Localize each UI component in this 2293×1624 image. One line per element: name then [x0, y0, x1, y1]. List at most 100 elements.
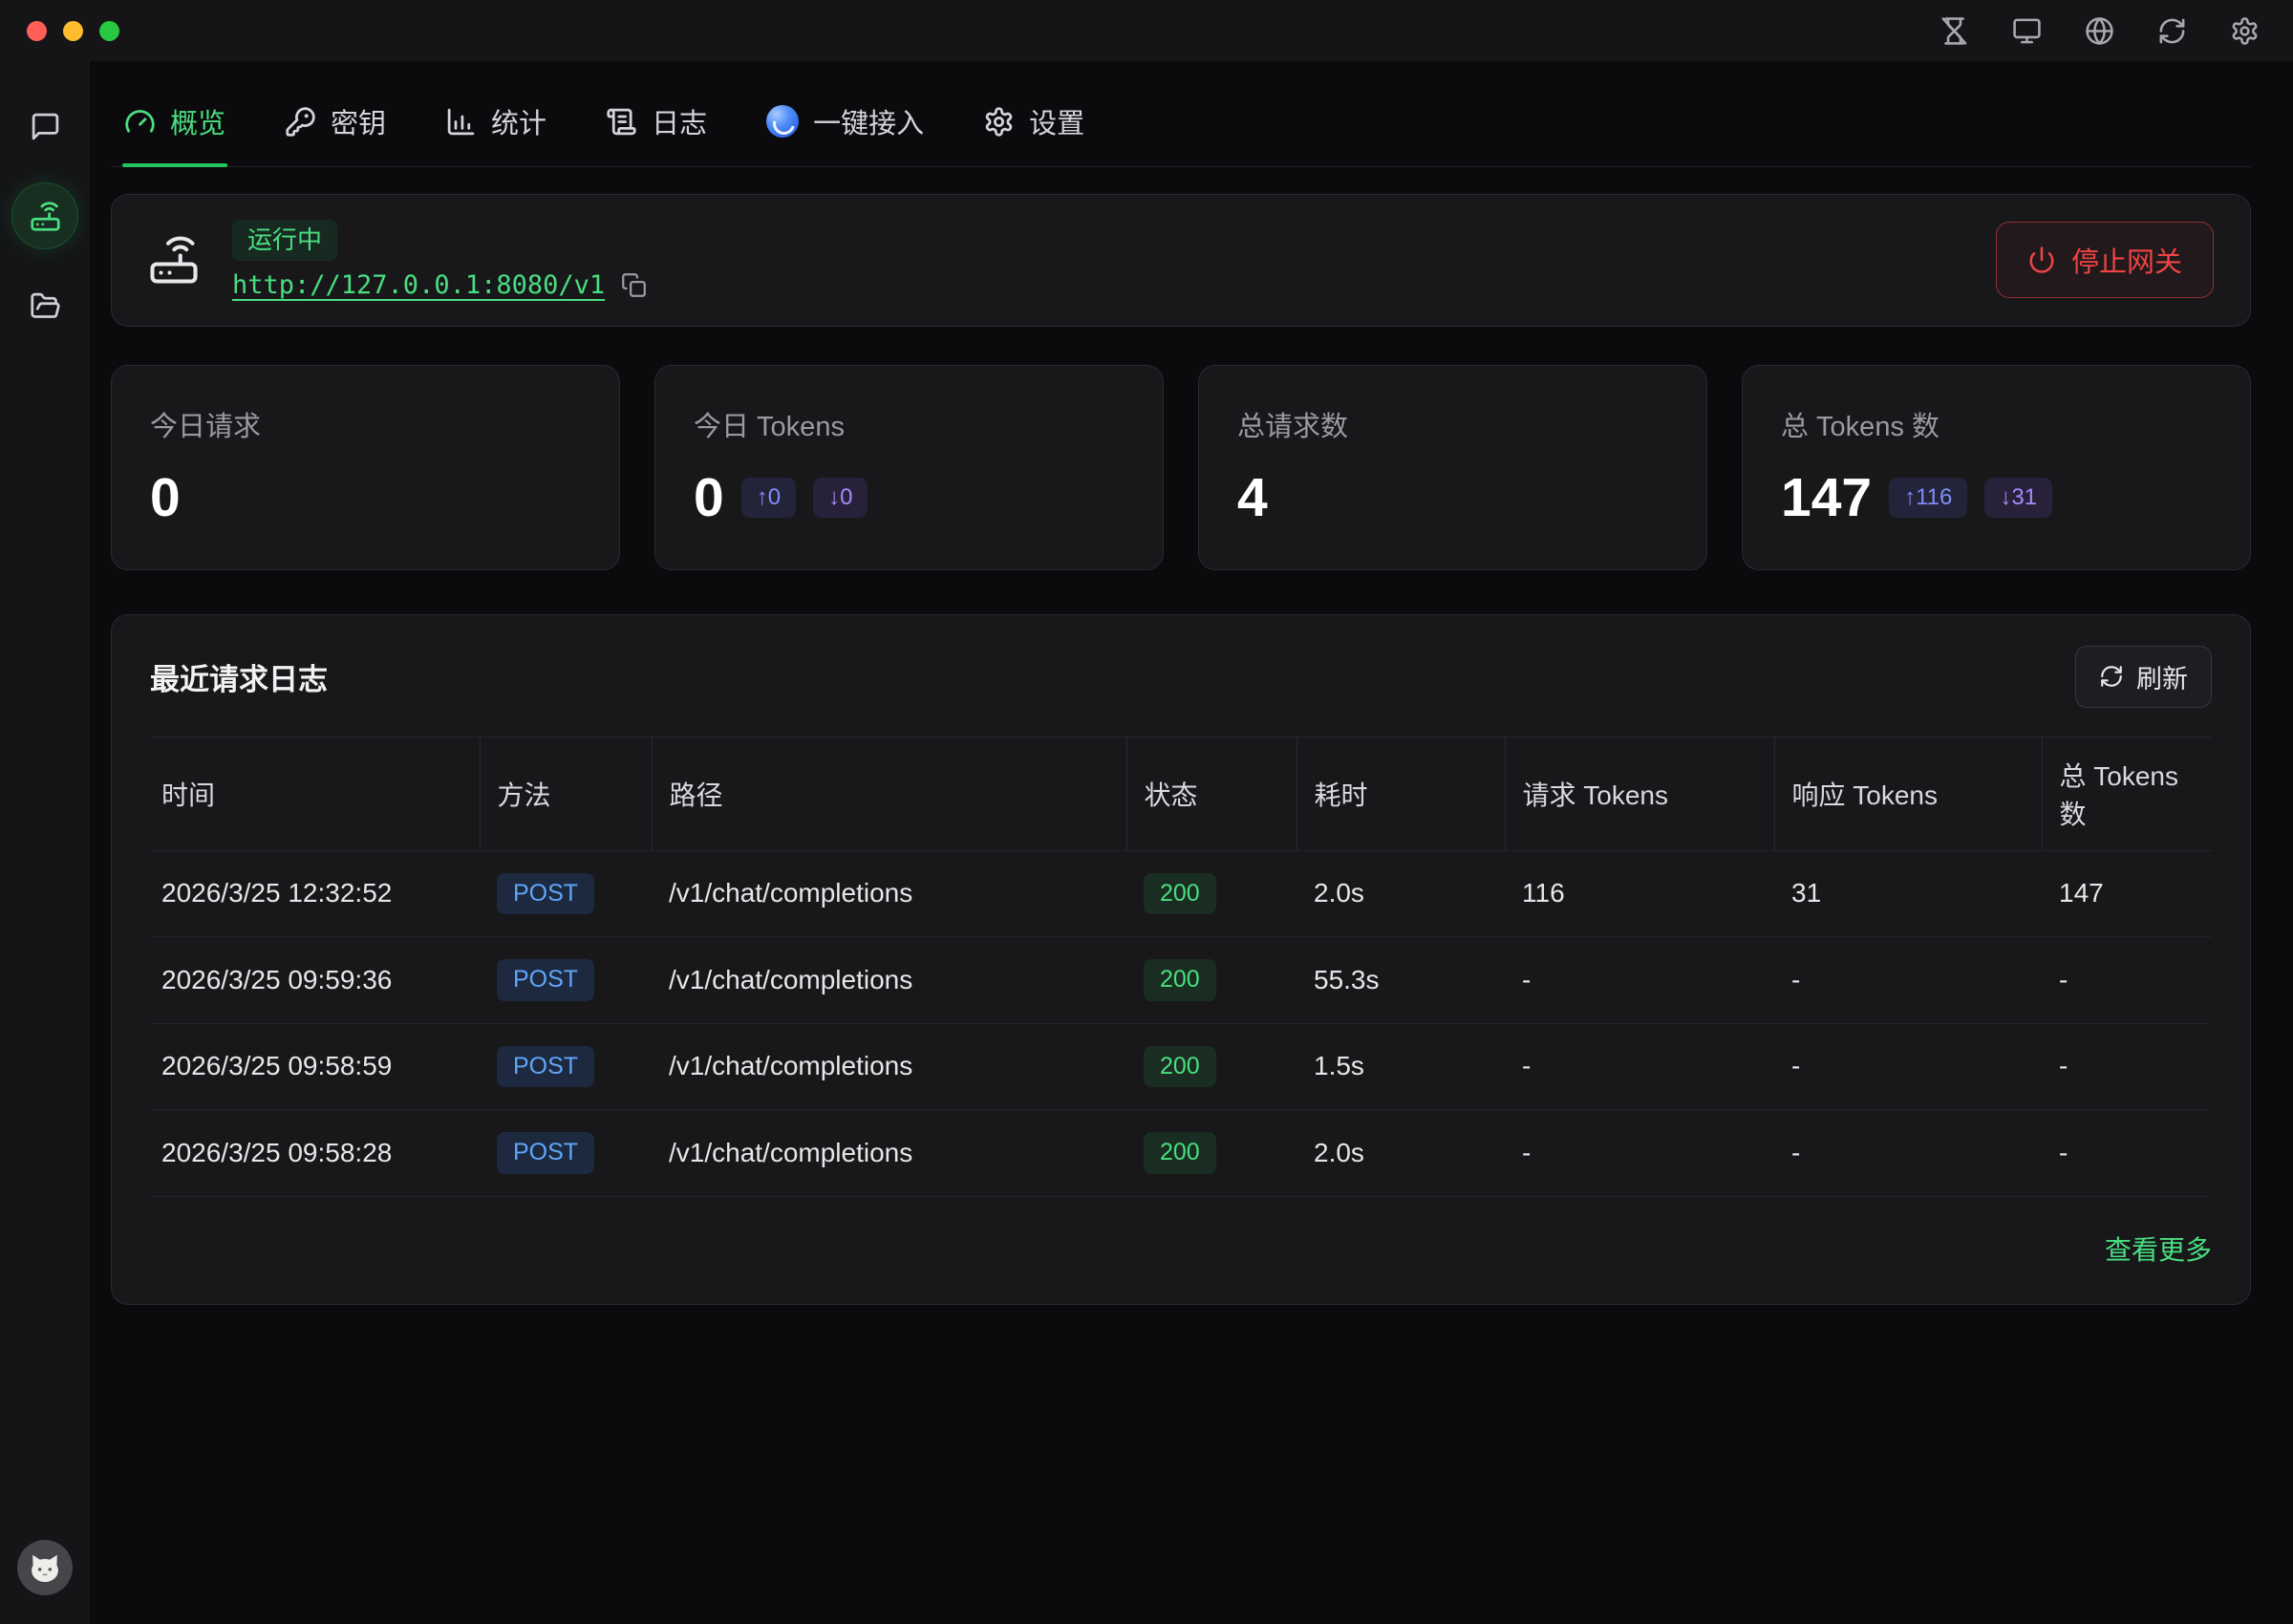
- app-logo-icon: [766, 105, 799, 138]
- stat-value-row: 4: [1237, 471, 1668, 525]
- tokens-down-chip: ↓31: [1984, 478, 2052, 518]
- cell-res-tokens: -: [1774, 1110, 2042, 1197]
- cell-total-tokens: -: [2042, 1110, 2212, 1197]
- folder-open-icon: [30, 290, 61, 322]
- globe-button[interactable]: [2083, 14, 2115, 47]
- status-code-badge: 200: [1144, 959, 1216, 1001]
- col-status: 状态: [1126, 737, 1297, 850]
- sidebar-item-chat[interactable]: [18, 99, 72, 153]
- minimize-window-button[interactable]: [63, 21, 83, 41]
- main-content: 概览 密钥 统计 日志 一键接入: [90, 61, 2293, 1624]
- cell-req-tokens: -: [1505, 1023, 1774, 1110]
- logs-table-body: 2026/3/25 12:32:52 POST /v1/chat/complet…: [150, 850, 2212, 1196]
- traffic-lights: [27, 21, 119, 41]
- gateway-url-link[interactable]: http://127.0.0.1:8080/v1: [232, 270, 605, 300]
- col-res-tokens: 响应 Tokens: [1774, 737, 2042, 850]
- sidebar-item-files[interactable]: [18, 279, 72, 332]
- logs-table: 时间 方法 路径 状态 耗时 请求 Tokens 响应 Tokens 总 Tok…: [150, 737, 2212, 1197]
- cell-time: 2026/3/25 12:32:52: [150, 850, 480, 937]
- cell-status: 200: [1126, 1110, 1297, 1197]
- cell-total-tokens: 147: [2042, 850, 2212, 937]
- refresh-label: 刷新: [2136, 658, 2188, 695]
- stat-label: 今日请求: [150, 404, 581, 444]
- titlebar: [0, 0, 2293, 61]
- cell-req-tokens: -: [1505, 937, 1774, 1024]
- copy-url-button[interactable]: [618, 270, 649, 301]
- log-table-row[interactable]: 2026/3/25 09:58:28 POST /v1/chat/complet…: [150, 1110, 2212, 1197]
- cell-time: 2026/3/25 09:58:59: [150, 1023, 480, 1110]
- cell-res-tokens: -: [1774, 937, 2042, 1024]
- stat-card-total-tokens: 总 Tokens 数 147 ↑116 ↓31: [1742, 365, 2251, 570]
- logs-table-header-row: 时间 方法 路径 状态 耗时 请求 Tokens 响应 Tokens 总 Tok…: [150, 737, 2212, 850]
- hourglass-off-button[interactable]: [1938, 14, 1970, 47]
- log-table-row[interactable]: 2026/3/25 12:32:52 POST /v1/chat/complet…: [150, 850, 2212, 937]
- tab-keys[interactable]: 密钥: [283, 101, 388, 166]
- stat-card-today-tokens: 今日 Tokens 0 ↑0 ↓0: [654, 365, 1164, 570]
- stat-label: 总请求数: [1237, 404, 1668, 444]
- tab-logs[interactable]: 日志: [604, 101, 709, 166]
- copy-icon: [621, 272, 647, 298]
- stat-value: 4: [1237, 471, 1268, 525]
- gauge-icon: [124, 106, 156, 138]
- router-icon: [30, 201, 61, 232]
- key-icon: [285, 106, 316, 138]
- tab-label: 设置: [1029, 101, 1084, 141]
- logs-footer: 查看更多: [150, 1229, 2212, 1268]
- sidebar-item-gateway[interactable]: [12, 183, 77, 248]
- method-badge: POST: [497, 1132, 594, 1174]
- log-table-row[interactable]: 2026/3/25 09:58:59 POST /v1/chat/complet…: [150, 1023, 2212, 1110]
- tab-overview[interactable]: 概览: [122, 101, 227, 166]
- stat-value-row: 147 ↑116 ↓31: [1781, 471, 2212, 525]
- col-duration: 耗时: [1297, 737, 1505, 850]
- cell-method: POST: [480, 850, 652, 937]
- log-table-row[interactable]: 2026/3/25 09:59:36 POST /v1/chat/complet…: [150, 937, 2212, 1024]
- titlebar-actions: [1938, 14, 2261, 47]
- cell-path: /v1/chat/completions: [652, 850, 1126, 937]
- close-window-button[interactable]: [27, 21, 47, 41]
- stat-card-total-requests: 总请求数 4: [1198, 365, 1707, 570]
- method-badge: POST: [497, 1046, 594, 1088]
- cell-res-tokens: 31: [1774, 850, 2042, 937]
- stat-value: 0: [694, 471, 724, 525]
- cell-total-tokens: -: [2042, 937, 2212, 1024]
- gateway-url-row: http://127.0.0.1:8080/v1: [232, 270, 649, 301]
- col-method: 方法: [480, 737, 652, 850]
- tab-stats[interactable]: 统计: [443, 101, 548, 166]
- stat-value: 147: [1781, 471, 1872, 525]
- refresh-app-button[interactable]: [2155, 14, 2188, 47]
- cell-res-tokens: -: [1774, 1023, 2042, 1110]
- col-path: 路径: [652, 737, 1126, 850]
- stat-label: 总 Tokens 数: [1781, 404, 2212, 444]
- method-badge: POST: [497, 873, 594, 915]
- user-avatar[interactable]: [17, 1540, 73, 1595]
- status-code-badge: 200: [1144, 1046, 1216, 1088]
- view-more-link[interactable]: 查看更多: [2105, 1229, 2212, 1268]
- col-total-tokens: 总 Tokens 数: [2042, 737, 2212, 850]
- zoom-window-button[interactable]: [99, 21, 119, 41]
- cell-path: /v1/chat/completions: [652, 937, 1126, 1024]
- cell-duration: 2.0s: [1297, 1110, 1505, 1197]
- cell-method: POST: [480, 1023, 652, 1110]
- tab-quick-connect[interactable]: 一键接入: [764, 101, 926, 166]
- refresh-icon: [2157, 16, 2187, 46]
- tab-label: 一键接入: [813, 101, 924, 141]
- cat-avatar-icon: [24, 1547, 66, 1589]
- app-shell: 概览 密钥 统计 日志 一键接入: [0, 61, 2293, 1624]
- tokens-up-chip: ↑0: [741, 478, 796, 518]
- refresh-logs-button[interactable]: 刷新: [2075, 646, 2212, 708]
- stat-card-today-requests: 今日请求 0: [111, 365, 620, 570]
- app-settings-button[interactable]: [2228, 14, 2261, 47]
- stop-gateway-button[interactable]: 停止网关: [1996, 222, 2214, 298]
- hourglass-off-icon: [1939, 16, 1969, 46]
- monitor-button[interactable]: [2010, 14, 2043, 47]
- power-icon: [2027, 246, 2056, 274]
- cell-path: /v1/chat/completions: [652, 1110, 1126, 1197]
- gateway-status-left: 运行中 http://127.0.0.1:8080/v1: [148, 220, 1996, 301]
- tab-label: 密钥: [331, 101, 386, 141]
- tab-label: 概览: [170, 101, 225, 141]
- stat-value: 0: [150, 471, 181, 525]
- gear-icon: [983, 106, 1015, 138]
- logs-header: 最近请求日志 刷新: [150, 646, 2212, 708]
- tab-settings[interactable]: 设置: [981, 101, 1086, 166]
- tokens-down-chip: ↓0: [813, 478, 868, 518]
